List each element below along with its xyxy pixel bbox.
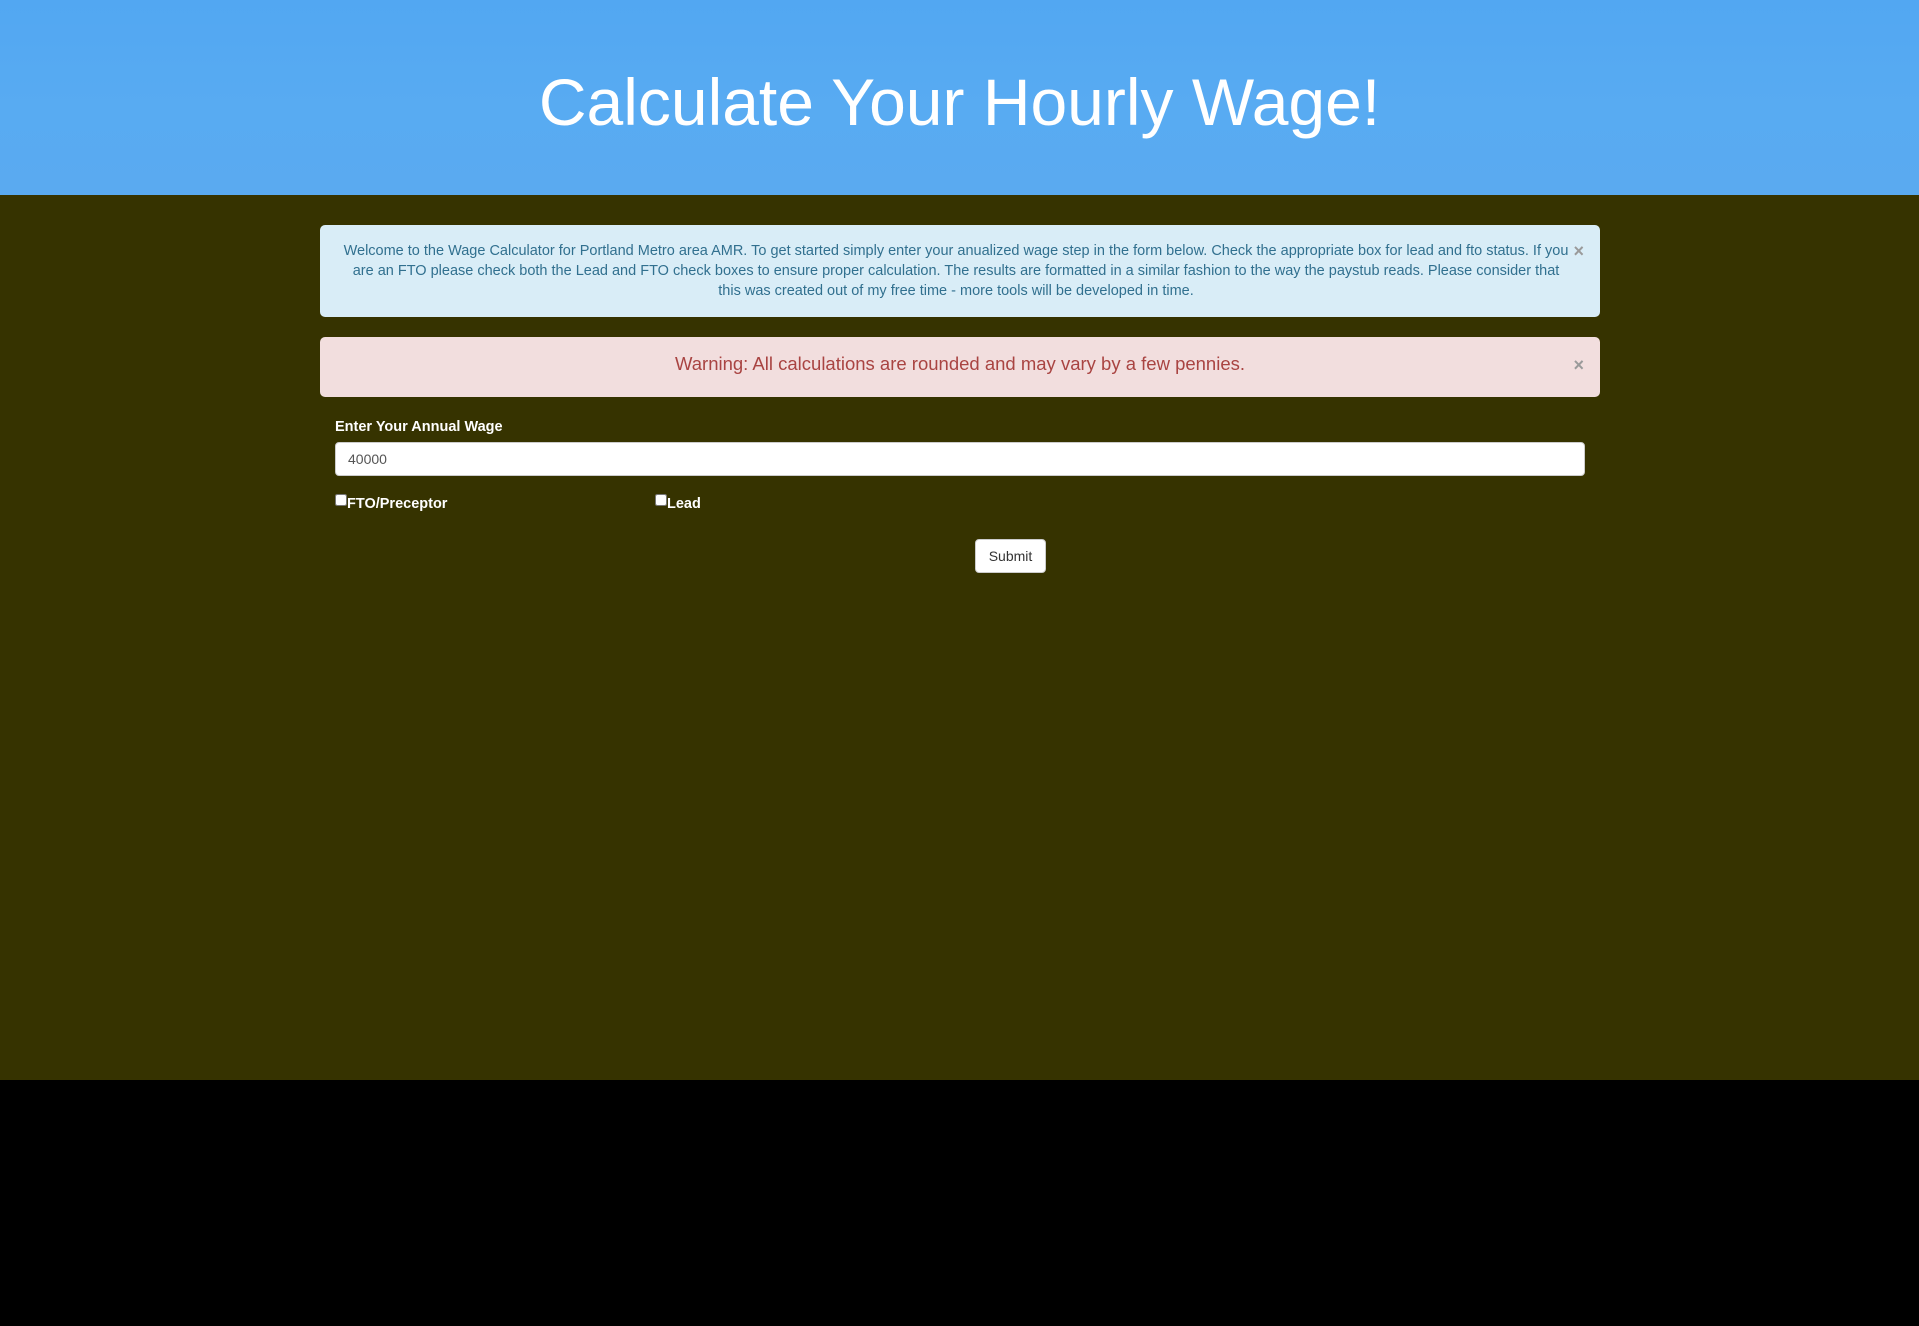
annual-wage-label: Enter Your Annual Wage [335, 419, 503, 435]
close-icon[interactable]: × [1573, 242, 1584, 260]
fto-checkbox[interactable] [335, 494, 347, 506]
annual-wage-input[interactable] [335, 442, 1585, 476]
submit-button[interactable]: Submit [975, 539, 1046, 573]
lead-checkbox-label[interactable]: Lead [667, 496, 701, 512]
lead-checkbox-group: Lead [655, 494, 701, 512]
lead-checkbox[interactable] [655, 494, 667, 506]
page-title: Calculate Your Hourly Wage! [538, 65, 1381, 139]
main-content: Welcome to the Wage Calculator for Portl… [0, 195, 1919, 1080]
warning-alert-text: Warning: All calculations are rounded an… [674, 353, 1246, 374]
close-icon[interactable]: × [1573, 356, 1584, 374]
fto-checkbox-label[interactable]: FTO/Preceptor [347, 496, 447, 512]
page-footer [0, 1080, 1919, 1326]
info-alert: Welcome to the Wage Calculator for Portl… [320, 225, 1600, 317]
page-header: Calculate Your Hourly Wage! [0, 0, 1919, 195]
warning-alert: Warning: All calculations are rounded an… [320, 337, 1600, 397]
info-alert-text: Welcome to the Wage Calculator for Portl… [343, 243, 1569, 299]
fto-checkbox-group: FTO/Preceptor [335, 494, 447, 512]
